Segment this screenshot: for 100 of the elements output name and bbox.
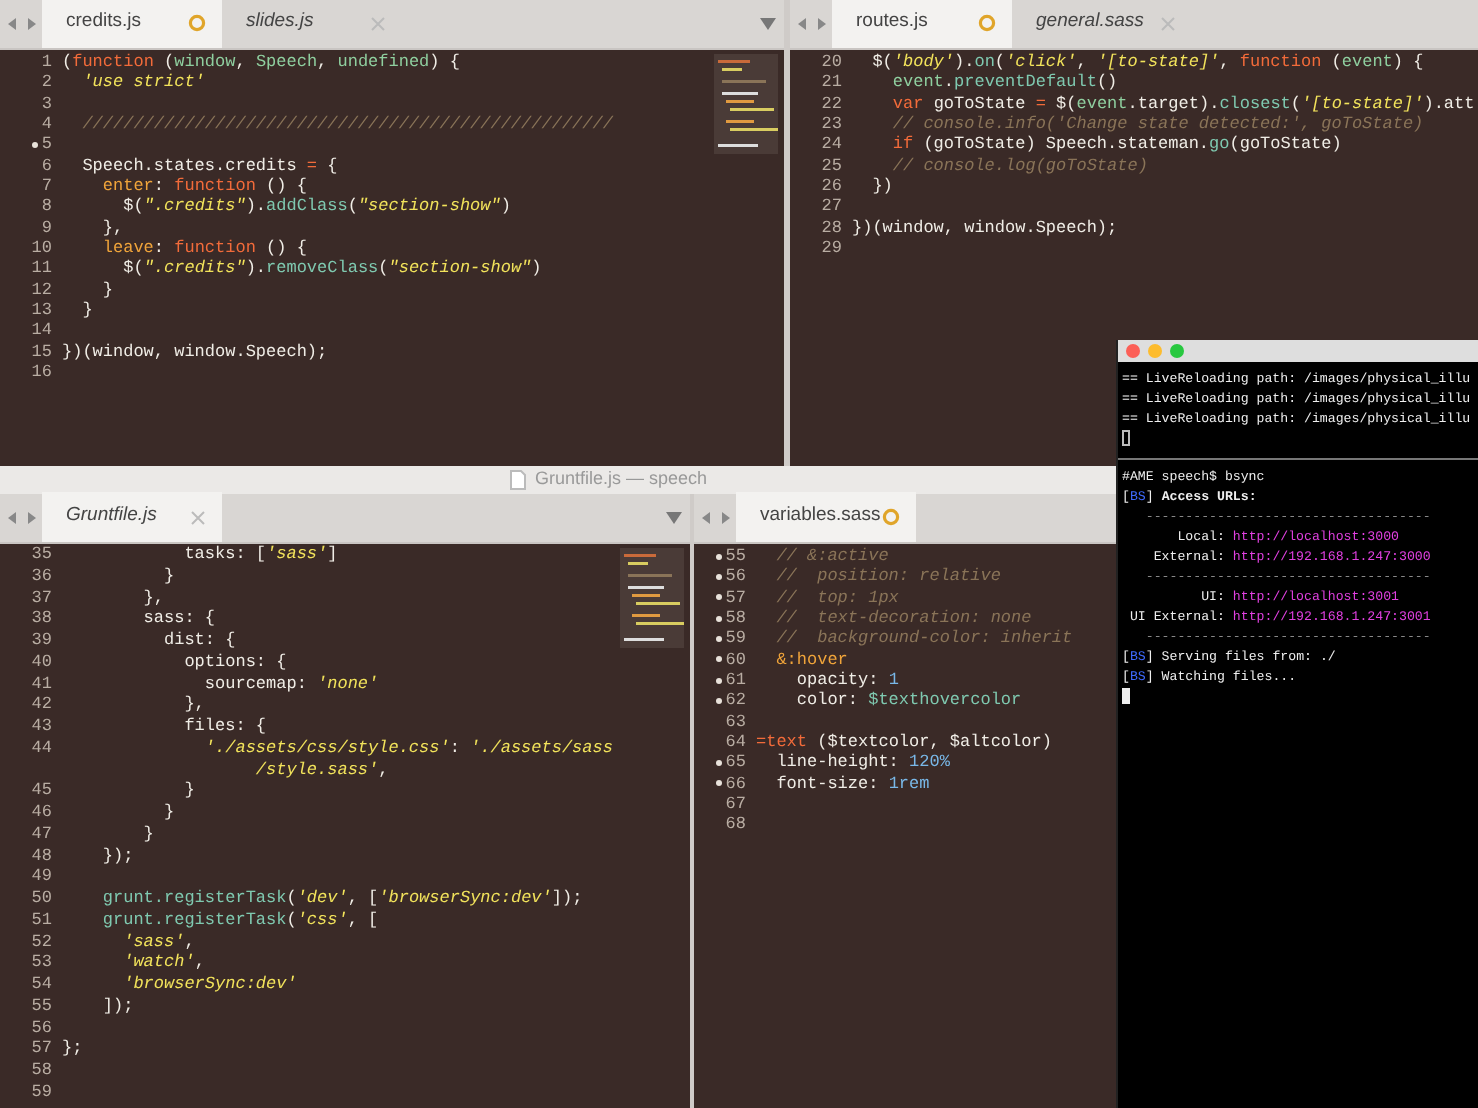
code-line: ]); bbox=[100, 995, 134, 1017]
line-number: 59 bbox=[725, 628, 746, 650]
code-line: }; bbox=[62, 1038, 83, 1060]
code-line: } bbox=[162, 565, 175, 587]
close-button[interactable] bbox=[1126, 344, 1140, 358]
code-line: } bbox=[182, 780, 195, 802]
tab-nav-arrows-icon[interactable] bbox=[8, 510, 36, 526]
code-line: if (goToState) Speech.stateman.go(goToState) bbox=[890, 134, 1342, 156]
line-number: 36 bbox=[31, 565, 52, 587]
line-number: 14 bbox=[31, 320, 52, 342]
line-number: 7 bbox=[41, 176, 52, 197]
code-line: } bbox=[162, 802, 175, 824]
editor-tab[interactable]: routes.js bbox=[832, 0, 1012, 48]
window-title: Gruntfile.js — speech bbox=[534, 466, 708, 493]
code-line: leave: function () { bbox=[100, 238, 307, 259]
line-number: 28 bbox=[821, 217, 842, 239]
line-number: 5 bbox=[41, 134, 52, 156]
line-number: 21 bbox=[821, 72, 842, 94]
close-icon[interactable] bbox=[190, 509, 206, 525]
code-line: var goToState = $(event.target).closest('[to-state]').att bbox=[890, 93, 1475, 115]
line-number: 58 bbox=[725, 608, 746, 629]
code-line: Speech.states.credits = { bbox=[80, 155, 338, 177]
zoom-button[interactable] bbox=[1170, 344, 1184, 358]
code-line: // text-decoration: none bbox=[774, 608, 1032, 629]
line-number: 43 bbox=[31, 716, 52, 738]
line-number: 9 bbox=[41, 217, 52, 239]
code-line: tasks: ['sass'] bbox=[182, 544, 338, 566]
line-number: 62 bbox=[725, 690, 746, 712]
code-line: }); bbox=[100, 845, 134, 867]
code-line: dist: { bbox=[162, 630, 236, 652]
line-number: 56 bbox=[725, 566, 746, 588]
code-line: }, bbox=[141, 587, 165, 609]
line-number: 26 bbox=[821, 176, 842, 197]
code-line: font-size: 1rem bbox=[774, 773, 930, 795]
line-number: 45 bbox=[31, 780, 52, 802]
dropdown-arrow-icon[interactable] bbox=[666, 512, 682, 524]
line-number: 57 bbox=[725, 587, 746, 609]
minimap-drawing[interactable] bbox=[620, 548, 684, 648]
code-line: sourcemap: 'none' bbox=[202, 673, 379, 695]
code-line: // top: 1px bbox=[774, 587, 899, 609]
code-line: }, bbox=[182, 694, 205, 716]
code-line: grunt.registerTask('dev', ['browserSync:dev']); bbox=[100, 888, 583, 910]
code-line: options: { bbox=[182, 651, 287, 673]
minimize-button[interactable] bbox=[1148, 344, 1162, 358]
close-icon[interactable] bbox=[370, 15, 386, 31]
tab-nav-arrows-icon[interactable] bbox=[8, 16, 36, 32]
code-line: } bbox=[100, 279, 114, 301]
editor-tab[interactable]: credits.js bbox=[42, 0, 222, 48]
code-line: grunt.registerTask('css', [ bbox=[100, 909, 379, 931]
tab-nav-arrows-icon[interactable] bbox=[702, 510, 730, 526]
line-number: 55 bbox=[725, 546, 746, 567]
editor-tab[interactable]: variables.sass bbox=[736, 492, 916, 542]
line-number: 16 bbox=[31, 362, 52, 383]
editor-tab[interactable]: general.sass bbox=[1012, 0, 1192, 48]
line-number: 6 bbox=[41, 155, 52, 177]
tab-nav-arrows-icon[interactable] bbox=[798, 16, 826, 32]
code-line: 'watch', bbox=[121, 952, 205, 974]
line-number: 23 bbox=[821, 114, 842, 135]
line-number: 49 bbox=[31, 866, 52, 888]
code-line: } bbox=[141, 823, 154, 845]
line-number: 13 bbox=[31, 300, 52, 321]
line-number: 41 bbox=[31, 673, 52, 695]
line-number: 29 bbox=[821, 238, 842, 259]
code-line: //////////////////////////////////////////////////// bbox=[80, 114, 613, 135]
line-number: 50 bbox=[31, 888, 52, 910]
code-line: $('body').on('click', '[to-state]', function (event) { bbox=[870, 52, 1424, 73]
code-line: sass: { bbox=[141, 608, 216, 630]
code-line: color: $texthovercolor bbox=[794, 690, 1022, 712]
line-number: 15 bbox=[31, 341, 52, 363]
code-line: opacity: 1 bbox=[794, 670, 899, 691]
line-number: 44 bbox=[31, 737, 52, 759]
code-line: =text ($textcolor, $altcolor) bbox=[756, 732, 1052, 753]
line-number: 56 bbox=[31, 1017, 52, 1039]
line-number: 60 bbox=[725, 649, 746, 671]
line-number: 48 bbox=[31, 845, 52, 867]
line-number: 12 bbox=[31, 279, 52, 301]
editor-tab[interactable]: slides.js bbox=[222, 0, 402, 48]
dropdown-arrow-icon[interactable] bbox=[760, 18, 776, 30]
line-number: 3 bbox=[41, 93, 52, 115]
code-line: $(".credits").removeClass("section-show") bbox=[121, 258, 542, 280]
line-number: 24 bbox=[821, 134, 842, 156]
editor-tab[interactable]: Gruntfile.js bbox=[42, 492, 222, 542]
code-line: // &:active bbox=[774, 546, 889, 567]
line-number: 1 bbox=[41, 52, 52, 73]
code-line: /style.sass', bbox=[253, 759, 389, 781]
code-line: 'use strict' bbox=[80, 72, 205, 94]
line-number: 51 bbox=[31, 909, 52, 931]
line-number: 22 bbox=[821, 93, 842, 115]
code-line: (function (window, Speech, undefined) { bbox=[62, 52, 460, 73]
minimap-drawing[interactable] bbox=[714, 54, 778, 154]
line-number: 61 bbox=[725, 670, 746, 691]
line-number: 52 bbox=[31, 931, 52, 953]
code-line: &:hover bbox=[774, 649, 848, 671]
line-number: 54 bbox=[31, 974, 52, 996]
code-line: }, bbox=[100, 217, 124, 239]
line-number: 11 bbox=[31, 258, 52, 280]
close-icon[interactable] bbox=[1160, 15, 1176, 31]
line-number: 64 bbox=[725, 732, 746, 753]
line-number: 57 bbox=[31, 1038, 52, 1060]
code-line: }) bbox=[870, 176, 893, 197]
